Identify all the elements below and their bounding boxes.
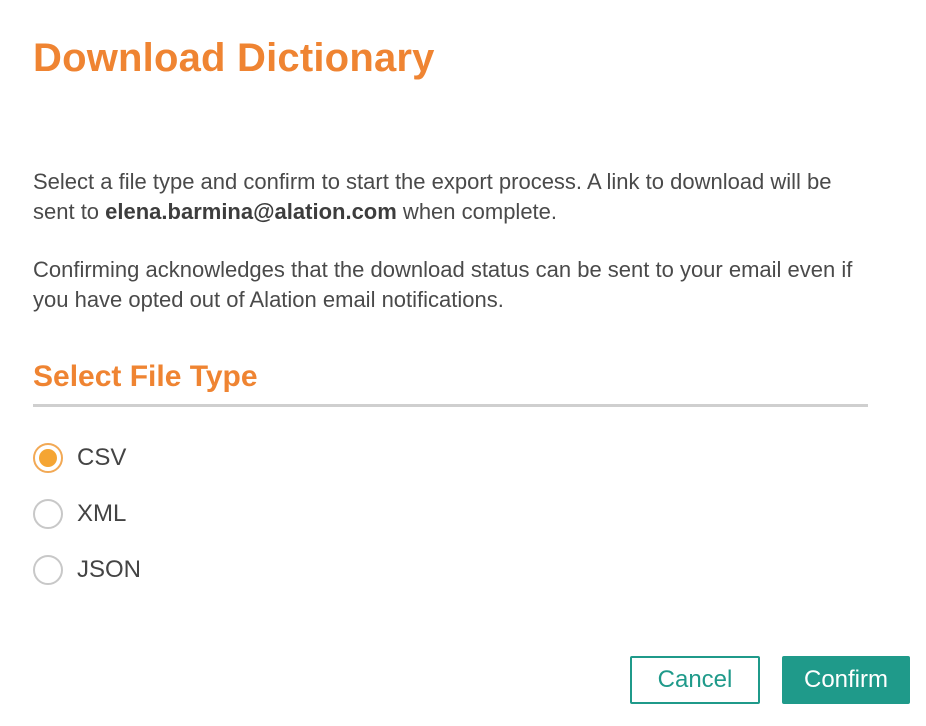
radio-option-json[interactable]: JSON bbox=[33, 552, 141, 588]
section-divider bbox=[33, 404, 868, 407]
cancel-button[interactable]: Cancel bbox=[630, 656, 760, 704]
dialog-title: Download Dictionary bbox=[33, 36, 435, 80]
confirm-button[interactable]: Confirm bbox=[782, 656, 910, 704]
select-file-type-heading: Select File Type bbox=[33, 360, 258, 393]
acknowledgement-text: Confirming acknowledges that the downloa… bbox=[33, 257, 853, 312]
radio-button-json[interactable] bbox=[33, 555, 63, 585]
radio-button-csv[interactable] bbox=[33, 443, 63, 473]
radio-option-csv[interactable]: CSV bbox=[33, 440, 126, 476]
radio-button-xml[interactable] bbox=[33, 499, 63, 529]
intro-text-part2: when complete. bbox=[396, 199, 558, 224]
radio-label-json: JSON bbox=[77, 556, 142, 583]
radio-label-xml: XML bbox=[77, 500, 127, 527]
download-dictionary-dialog: Download Dictionary Select a file type a… bbox=[0, 0, 926, 726]
intro-text: Select a file type and confirm to start … bbox=[33, 167, 863, 227]
radio-label-csv: CSV bbox=[77, 444, 127, 471]
radio-option-xml[interactable]: XML bbox=[33, 496, 126, 532]
recipient-email: elena.barmina@alation.com bbox=[105, 199, 397, 224]
